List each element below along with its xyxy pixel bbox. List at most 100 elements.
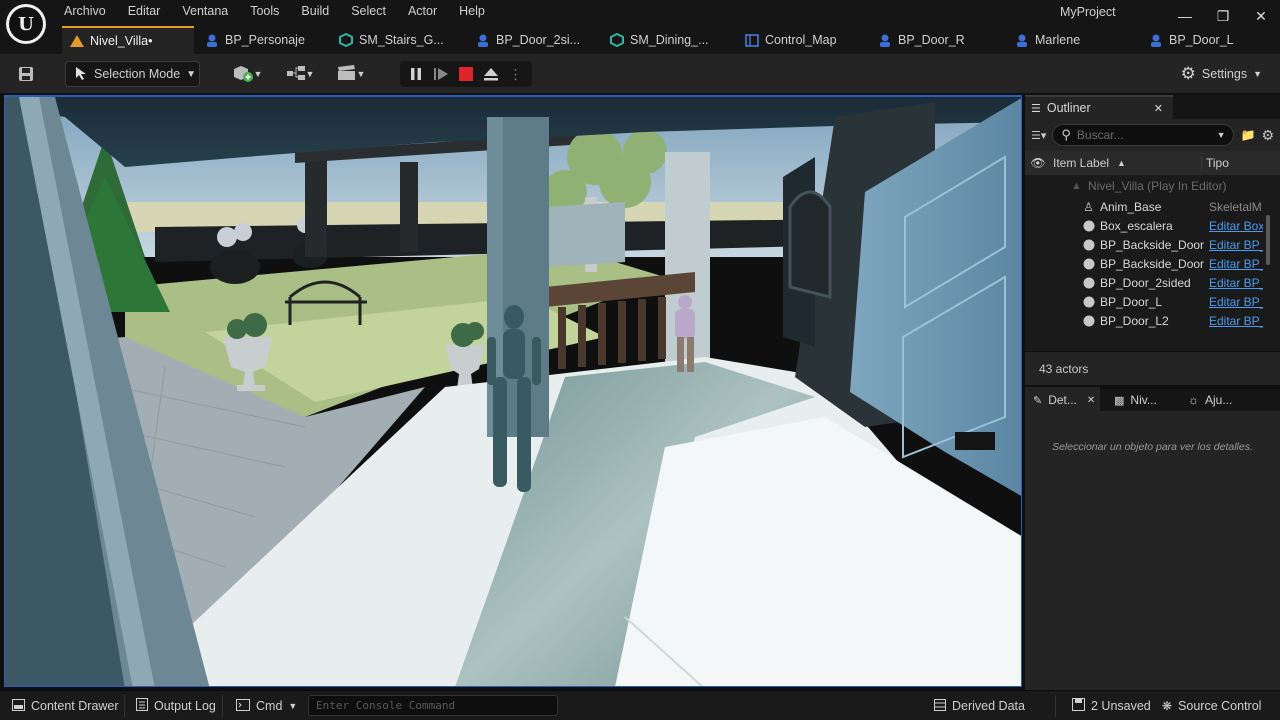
static-mesh-icon [339, 33, 353, 47]
source-control-label: Source Control [1178, 699, 1262, 713]
tree-row[interactable]: Box_escalera Editar Box [1025, 216, 1280, 235]
edit-link[interactable]: Editar BP_ [1209, 295, 1263, 309]
unsaved-button[interactable]: 2 Unsaved [1072, 691, 1151, 720]
tab-bp-personaje[interactable]: BP_Personaje [197, 26, 327, 54]
outliner-scrollbar[interactable] [1266, 215, 1270, 265]
eye-icon[interactable]: 👁 [1025, 156, 1051, 170]
tree-root-row[interactable]: ▲ Nivel_Villa (Play In Editor) [1025, 175, 1280, 197]
actor-icon [1082, 276, 1095, 289]
tab-details[interactable]: ✎ Det... ✕ [1025, 387, 1100, 413]
tab-marlene[interactable]: Marlene [1007, 26, 1141, 54]
save-icon[interactable] [14, 61, 38, 87]
actor-icon [1082, 295, 1095, 308]
menu-actor[interactable]: Actor [408, 0, 448, 24]
tree-row[interactable]: BP_Backside_Door Editar BP_ [1025, 254, 1280, 273]
settings-label: Settings [1201, 67, 1248, 81]
edit-link[interactable]: Editar BP_ [1209, 314, 1263, 328]
add-actor-button[interactable]: ▼ [228, 61, 266, 87]
derived-data-button[interactable]: Derived Data [934, 691, 1025, 720]
level-viewport[interactable] [4, 95, 1022, 687]
menu-tools[interactable]: Tools [250, 0, 290, 24]
output-log-button[interactable]: Output Log [136, 691, 216, 720]
separator [1055, 695, 1056, 717]
chevron-down-icon: ▼ [305, 69, 315, 79]
content-drawer-button[interactable]: Content Drawer [12, 691, 119, 720]
blueprint-button[interactable]: ▼ [281, 61, 319, 87]
outliner-tabbar: ☰ Outliner ✕ [1025, 95, 1280, 119]
console-command-input[interactable]: Enter Console Command [308, 695, 558, 716]
edit-link[interactable]: Editar BP_ [1209, 276, 1263, 290]
pause-icon[interactable] [407, 65, 425, 83]
sort-ascending-icon: ▲ [1117, 158, 1126, 168]
column-item-label[interactable]: Item Label [1053, 156, 1117, 170]
tab-sm-stairs[interactable]: SM_Stairs_G... [331, 26, 465, 54]
tab-bp-door-r[interactable]: BP_Door_R [870, 26, 1004, 54]
level-icon [70, 34, 84, 48]
unsaved-label: 2 Unsaved [1091, 699, 1151, 713]
selection-mode-dropdown[interactable]: Selection Mode ▼ [65, 61, 200, 87]
add-folder-icon[interactable]: 📁 [1240, 128, 1255, 142]
tab-outliner[interactable]: ☰ Outliner ✕ [1025, 95, 1173, 119]
tab-settings[interactable]: ☼ Aju... [1178, 387, 1248, 413]
tab-sm-dining[interactable]: SM_Dining_... [602, 26, 736, 54]
tree-row[interactable]: ♙ Anim_Base SkeletalM [1025, 197, 1280, 216]
menu-editar[interactable]: Editar [128, 0, 172, 24]
actor-icon [1082, 219, 1095, 232]
blueprint-icon [476, 33, 490, 47]
cmd-dropdown[interactable]: Cmd ▼ [236, 691, 297, 720]
gear-icon[interactable]: ⚙ [1261, 127, 1274, 144]
derived-data-label: Derived Data [952, 699, 1025, 713]
tree-row[interactable]: BP_Door_L2 Editar BP_ [1025, 311, 1280, 330]
tab-bp-door-2sided[interactable]: BP_Door_2si... [468, 26, 602, 54]
tab-nivel-villa[interactable]: Nivel_Villa• [62, 26, 194, 54]
tree-row[interactable]: BP_Door_L Editar BP_ [1025, 292, 1280, 311]
gear-icon: ⚙ [1180, 64, 1196, 83]
menu-help[interactable]: Help [459, 0, 496, 24]
close-icon[interactable]: ✕ [1087, 395, 1095, 406]
actor-icon [1082, 257, 1095, 270]
column-type[interactable]: Tipo [1201, 156, 1229, 170]
control-map-icon [745, 33, 759, 47]
chevron-down-icon: ▼ [186, 68, 197, 80]
actor-icon [1082, 314, 1095, 327]
blueprint-graph-icon [286, 65, 306, 84]
tab-label: Det... [1048, 393, 1077, 407]
row-type: SkeletalM [1209, 199, 1262, 214]
settings-button[interactable]: ⚙ Settings ▼ [1181, 64, 1262, 84]
edit-link[interactable]: Editar BP_ [1209, 238, 1263, 252]
viewport-scene [5, 97, 1021, 686]
tree-row[interactable]: BP_Backside_Door Editar BP_ [1025, 235, 1280, 254]
outliner-tree: ▲ Nivel_Villa (Play In Editor) ♙ Anim_Ba… [1025, 175, 1280, 351]
source-control-button[interactable]: ❋ Source Control [1162, 691, 1261, 720]
menu-ventana[interactable]: Ventana [182, 0, 239, 24]
menu-select[interactable]: Select [351, 0, 397, 24]
content-drawer-label: Content Drawer [31, 699, 119, 713]
eject-icon[interactable] [482, 65, 500, 83]
menu-archivo[interactable]: Archivo [64, 0, 117, 24]
step-frame-icon[interactable] [432, 65, 450, 83]
stop-icon[interactable] [457, 65, 475, 83]
source-control-icon: ❋ [1162, 699, 1173, 713]
tab-world-settings[interactable]: ▩ Niv... [1100, 387, 1178, 413]
outliner-search-input[interactable]: ⚲ Buscar... ▼ [1052, 124, 1235, 146]
main-toolbar: Selection Mode ▼ ▼ ▼ ▼ ⋮ ⚙ Settings ▼ [0, 54, 1280, 94]
edit-link[interactable]: Editar Box [1209, 219, 1263, 233]
tab-bp-door-l[interactable]: BP_Door_L [1141, 26, 1275, 54]
cinematics-button[interactable]: ▼ [332, 61, 370, 87]
blueprint-icon [1149, 33, 1163, 47]
menu-build[interactable]: Build [301, 0, 340, 24]
filter-icon[interactable]: ☰▾ [1031, 129, 1046, 142]
actor-count: 43 actors [1025, 351, 1280, 385]
edit-link[interactable]: Editar BP_ [1209, 257, 1263, 271]
tree-row[interactable]: BP_Door_2sided Editar BP_ [1025, 273, 1280, 292]
close-icon[interactable]: ✕ [1154, 102, 1163, 115]
right-panel: ☰ Outliner ✕ ☰▾ ⚲ Buscar... ▼ 📁 ⚙ 👁 Item… [1025, 95, 1280, 717]
unreal-logo-icon[interactable]: U [6, 4, 46, 44]
tab-control-map[interactable]: Control_Map [737, 26, 867, 54]
search-icon: ⚲ [1061, 127, 1071, 142]
skeletal-mesh-icon: ♙ [1083, 199, 1094, 214]
drawer-icon [12, 698, 25, 714]
outliner-icon: ☰ [1031, 102, 1041, 115]
pencil-icon: ✎ [1033, 394, 1043, 407]
more-options-icon[interactable]: ⋮ [507, 65, 525, 83]
